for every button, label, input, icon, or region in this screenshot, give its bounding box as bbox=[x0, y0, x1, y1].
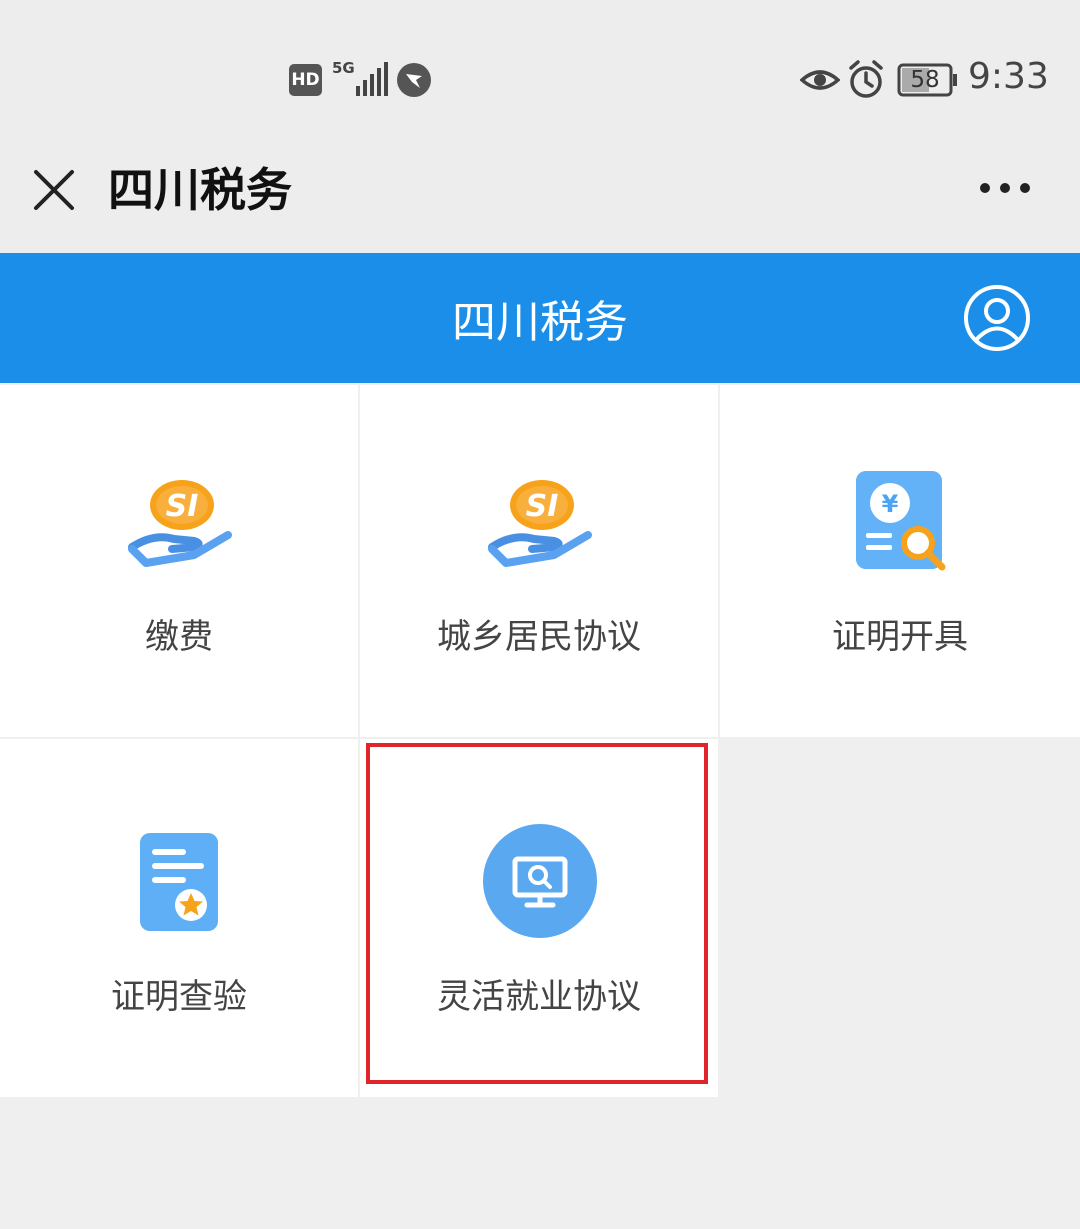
social-insurance-hand-icon: SI bbox=[128, 480, 232, 567]
certificate-star-icon bbox=[140, 833, 218, 931]
page-title: 四川税务 bbox=[108, 163, 292, 217]
eye-icon bbox=[800, 70, 840, 90]
app-header: 四川税务 bbox=[0, 253, 1080, 383]
svg-text:SI: SI bbox=[166, 489, 199, 524]
alarm-icon bbox=[849, 60, 883, 98]
close-icon[interactable] bbox=[30, 166, 78, 214]
tile-label: 灵活就业协议 bbox=[437, 977, 641, 1017]
header-title: 四川税务 bbox=[452, 297, 628, 348]
hd-icon: HD bbox=[289, 64, 322, 96]
app-notification-icon bbox=[397, 63, 431, 97]
tile-flexible-employment-agreement[interactable]: 灵活就业协议 bbox=[360, 739, 718, 1097]
tile-label: 缴费 bbox=[145, 617, 213, 657]
tile-label: 证明查验 bbox=[111, 977, 247, 1017]
tile-label: 证明开具 bbox=[832, 617, 968, 657]
clock: 9:33 bbox=[968, 56, 1049, 97]
signal-icon bbox=[356, 62, 388, 96]
svg-text:¥: ¥ bbox=[882, 490, 899, 518]
user-icon[interactable] bbox=[962, 283, 1032, 353]
battery-level: 58 bbox=[910, 67, 940, 93]
social-insurance-hand-icon: SI bbox=[488, 480, 592, 567]
status-bar: HD 5G 58 9:33 bbox=[0, 0, 1080, 130]
tile-urban-rural-agreement[interactable]: SI 城乡居民协议 bbox=[360, 385, 718, 737]
more-icon[interactable] bbox=[976, 176, 1034, 200]
certificate-search-icon: ¥ bbox=[856, 471, 946, 571]
tile-payment[interactable]: SI 缴费 bbox=[0, 385, 358, 737]
svg-text:SI: SI bbox=[526, 489, 559, 524]
tile-certificate-issue[interactable]: ¥ 证明开具 bbox=[720, 385, 1080, 737]
tile-certificate-verify[interactable]: 证明查验 bbox=[0, 739, 358, 1097]
monitor-search-icon bbox=[483, 824, 597, 938]
tile-label: 城乡居民协议 bbox=[437, 617, 641, 657]
title-bar: 四川税务 bbox=[0, 130, 1080, 253]
